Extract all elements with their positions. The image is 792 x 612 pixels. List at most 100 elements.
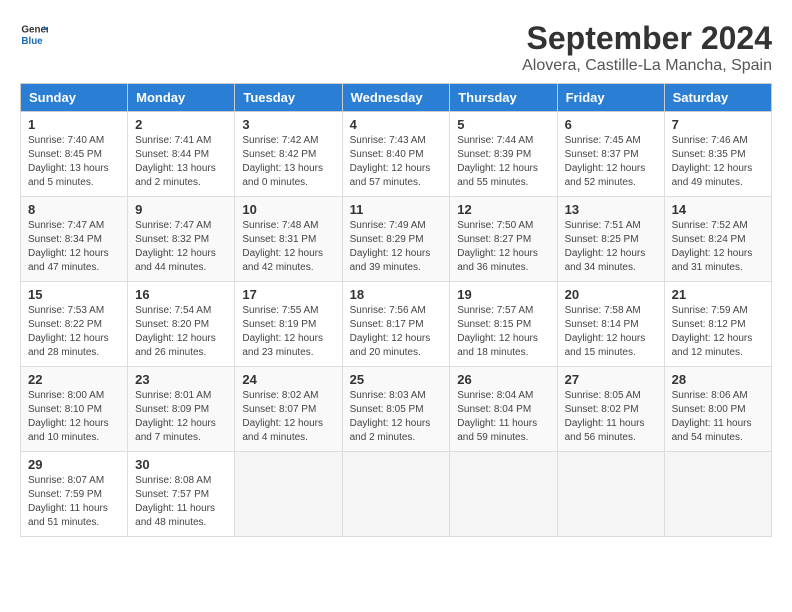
header-saturday: Saturday [664, 84, 771, 112]
day-detail: Sunrise: 8:04 AMSunset: 8:04 PMDaylight:… [457, 389, 549, 445]
header: General Blue September 2024 Alovera, Cas… [20, 20, 772, 75]
day-detail: Sunrise: 7:58 AMSunset: 8:14 PMDaylight:… [565, 304, 657, 360]
calendar-cell: 28 Sunrise: 8:06 AMSunset: 8:00 PMDayligh… [664, 367, 771, 452]
calendar-cell: 17 Sunrise: 7:55 AMSunset: 8:19 PMDayligh… [235, 282, 342, 367]
day-number: 25 [350, 372, 443, 387]
day-detail: Sunrise: 8:03 AMSunset: 8:05 PMDaylight:… [350, 389, 443, 445]
day-number: 3 [242, 117, 334, 132]
day-number: 7 [672, 117, 764, 132]
subtitle: Alovera, Castille-La Mancha, Spain [522, 57, 772, 75]
day-detail: Sunrise: 7:43 AMSunset: 8:40 PMDaylight:… [350, 134, 443, 190]
calendar-cell: 3Sunrise: 7:42 AMSunset: 8:42 PMDaylight… [235, 112, 342, 197]
calendar-cell: 11 Sunrise: 7:49 AMSunset: 8:29 PMDayligh… [342, 197, 450, 282]
calendar-cell: 21 Sunrise: 7:59 AMSunset: 8:12 PMDayligh… [664, 282, 771, 367]
calendar-cell: 18 Sunrise: 7:56 AMSunset: 8:17 PMDayligh… [342, 282, 450, 367]
day-detail: Sunrise: 7:52 AMSunset: 8:24 PMDaylight:… [672, 219, 764, 275]
header-wednesday: Wednesday [342, 84, 450, 112]
day-number: 23 [135, 372, 227, 387]
header-tuesday: Tuesday [235, 84, 342, 112]
calendar-cell: 22 Sunrise: 8:00 AMSunset: 8:10 PMDayligh… [21, 367, 128, 452]
day-detail: Sunrise: 7:50 AMSunset: 8:27 PMDaylight:… [457, 219, 549, 275]
calendar-cell [557, 452, 664, 537]
day-detail: Sunrise: 8:01 AMSunset: 8:09 PMDaylight:… [135, 389, 227, 445]
day-detail: Sunrise: 7:53 AMSunset: 8:22 PMDaylight:… [28, 304, 120, 360]
day-number: 16 [135, 287, 227, 302]
day-number: 12 [457, 202, 549, 217]
calendar-cell: 2 Sunrise: 7:41 AMSunset: 8:44 PMDaylight… [128, 112, 235, 197]
day-detail: Sunrise: 8:06 AMSunset: 8:00 PMDaylight:… [672, 389, 764, 445]
header-sunday: Sunday [21, 84, 128, 112]
day-detail: Sunrise: 7:49 AMSunset: 8:29 PMDaylight:… [350, 219, 443, 275]
day-detail: Sunrise: 8:00 AMSunset: 8:10 PMDaylight:… [28, 389, 120, 445]
day-number: 6 [565, 117, 657, 132]
calendar-cell: 16 Sunrise: 7:54 AMSunset: 8:20 PMDayligh… [128, 282, 235, 367]
calendar-cell [235, 452, 342, 537]
calendar-cell: 8Sunrise: 7:47 AMSunset: 8:34 PMDaylight… [21, 197, 128, 282]
day-number: 1 [28, 117, 120, 132]
day-number: 29 [28, 457, 120, 472]
week-row-2: 8Sunrise: 7:47 AMSunset: 8:34 PMDaylight… [21, 197, 772, 282]
day-detail: Sunrise: 7:47 AMSunset: 8:32 PMDaylight:… [135, 219, 227, 275]
week-row-1: 1 Sunrise: 7:40 AMSunset: 8:45 PMDaylight… [21, 112, 772, 197]
week-row-3: 15Sunrise: 7:53 AMSunset: 8:22 PMDayligh… [21, 282, 772, 367]
day-detail: Sunrise: 7:51 AMSunset: 8:25 PMDaylight:… [565, 219, 657, 275]
day-detail: Sunrise: 7:48 AMSunset: 8:31 PMDaylight:… [242, 219, 334, 275]
calendar-cell [342, 452, 450, 537]
calendar-cell [450, 452, 557, 537]
calendar-cell: 25 Sunrise: 8:03 AMSunset: 8:05 PMDayligh… [342, 367, 450, 452]
main-title: September 2024 [522, 20, 772, 57]
calendar-cell: 5Sunrise: 7:44 AMSunset: 8:39 PMDaylight… [450, 112, 557, 197]
day-detail: Sunrise: 8:05 AMSunset: 8:02 PMDaylight:… [565, 389, 657, 445]
week-row-4: 22 Sunrise: 8:00 AMSunset: 8:10 PMDayligh… [21, 367, 772, 452]
calendar-cell: 27 Sunrise: 8:05 AMSunset: 8:02 PMDayligh… [557, 367, 664, 452]
day-number: 11 [350, 202, 443, 217]
day-detail: Sunrise: 7:55 AMSunset: 8:19 PMDaylight:… [242, 304, 334, 360]
calendar-cell: 13 Sunrise: 7:51 AMSunset: 8:25 PMDayligh… [557, 197, 664, 282]
calendar-cell: 4 Sunrise: 7:43 AMSunset: 8:40 PMDaylight… [342, 112, 450, 197]
day-detail: Sunrise: 7:44 AMSunset: 8:39 PMDaylight:… [457, 134, 549, 190]
day-detail: Sunrise: 7:59 AMSunset: 8:12 PMDaylight:… [672, 304, 764, 360]
calendar-header-row: Sunday Monday Tuesday Wednesday Thursday… [21, 84, 772, 112]
calendar: Sunday Monday Tuesday Wednesday Thursday… [20, 83, 772, 537]
calendar-cell: 15Sunrise: 7:53 AMSunset: 8:22 PMDayligh… [21, 282, 128, 367]
day-detail: Sunrise: 7:46 AMSunset: 8:35 PMDaylight:… [672, 134, 764, 190]
day-number: 2 [135, 117, 227, 132]
day-number: 24 [242, 372, 334, 387]
day-number: 17 [242, 287, 334, 302]
calendar-cell: 24 Sunrise: 8:02 AMSunset: 8:07 PMDayligh… [235, 367, 342, 452]
day-detail: Sunrise: 8:02 AMSunset: 8:07 PMDaylight:… [242, 389, 334, 445]
calendar-cell: 12 Sunrise: 7:50 AMSunset: 8:27 PMDayligh… [450, 197, 557, 282]
day-number: 30 [135, 457, 227, 472]
day-number: 10 [242, 202, 334, 217]
calendar-cell: 30 Sunrise: 8:08 AMSunset: 7:57 PMDayligh… [128, 452, 235, 537]
day-detail: Sunrise: 7:40 AMSunset: 8:45 PMDaylight:… [28, 134, 120, 190]
day-detail: Sunrise: 7:57 AMSunset: 8:15 PMDaylight:… [457, 304, 549, 360]
calendar-cell: 10 Sunrise: 7:48 AMSunset: 8:31 PMDayligh… [235, 197, 342, 282]
day-number: 28 [672, 372, 764, 387]
day-detail: Sunrise: 7:56 AMSunset: 8:17 PMDaylight:… [350, 304, 443, 360]
day-number: 27 [565, 372, 657, 387]
day-detail: Sunrise: 7:47 AMSunset: 8:34 PMDaylight:… [28, 219, 120, 275]
day-number: 22 [28, 372, 120, 387]
day-number: 9 [135, 202, 227, 217]
calendar-cell: 6 Sunrise: 7:45 AMSunset: 8:37 PMDaylight… [557, 112, 664, 197]
day-detail: Sunrise: 7:45 AMSunset: 8:37 PMDaylight:… [565, 134, 657, 190]
day-detail: Sunrise: 8:07 AMSunset: 7:59 PMDaylight:… [28, 474, 120, 530]
day-detail: Sunrise: 7:54 AMSunset: 8:20 PMDaylight:… [135, 304, 227, 360]
day-detail: Sunrise: 7:41 AMSunset: 8:44 PMDaylight:… [135, 134, 227, 190]
calendar-cell: 7 Sunrise: 7:46 AMSunset: 8:35 PMDaylight… [664, 112, 771, 197]
calendar-cell: 9 Sunrise: 7:47 AMSunset: 8:32 PMDaylight… [128, 197, 235, 282]
title-section: September 2024 Alovera, Castille-La Manc… [522, 20, 772, 75]
logo: General Blue [20, 20, 48, 48]
day-number: 13 [565, 202, 657, 217]
day-number: 19 [457, 287, 549, 302]
day-number: 21 [672, 287, 764, 302]
svg-text:Blue: Blue [21, 36, 43, 47]
day-detail: Sunrise: 8:08 AMSunset: 7:57 PMDaylight:… [135, 474, 227, 530]
calendar-cell: 26Sunrise: 8:04 AMSunset: 8:04 PMDayligh… [450, 367, 557, 452]
logo-icon: General Blue [20, 20, 48, 48]
day-number: 4 [350, 117, 443, 132]
day-number: 18 [350, 287, 443, 302]
calendar-cell: 19 Sunrise: 7:57 AMSunset: 8:15 PMDayligh… [450, 282, 557, 367]
calendar-cell: 1 Sunrise: 7:40 AMSunset: 8:45 PMDaylight… [21, 112, 128, 197]
